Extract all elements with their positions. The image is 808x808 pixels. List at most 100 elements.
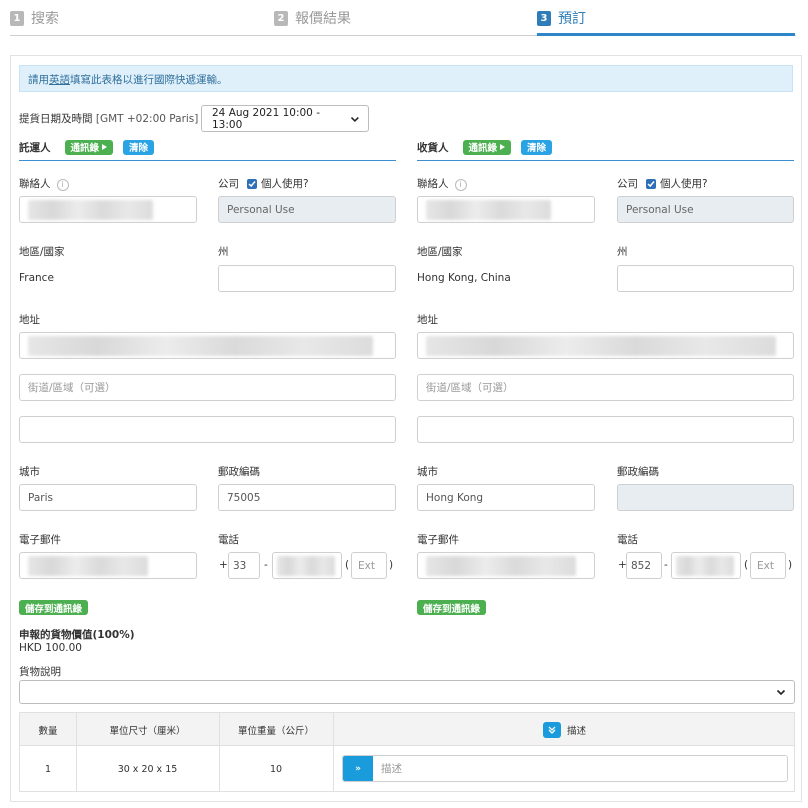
chevron-down-icon (548, 726, 556, 734)
check-icon (248, 180, 256, 187)
expand-toggle-button[interactable] (542, 721, 561, 738)
header-description: 描述 (333, 713, 796, 746)
step-search[interactable]: 1 搜索 (10, 8, 59, 28)
declared-value: HKD 100.00 (19, 642, 82, 654)
consignee-city-input[interactable]: Hong Kong (417, 484, 595, 511)
consignee-email-input[interactable] (417, 552, 595, 579)
active-step-indicator (537, 33, 795, 36)
notice-text: 請用 (28, 74, 49, 86)
step-label: 報價結果 (295, 11, 351, 27)
consignee-save-contact-button[interactable]: 儲存到通訊錄 (417, 600, 487, 615)
shipper-company-input[interactable]: Personal Use (218, 196, 396, 223)
shipper-city-input[interactable]: Paris (19, 484, 197, 511)
check-icon (647, 180, 655, 187)
consignee-title: 收貨人 (417, 141, 449, 154)
consignee-ext-input[interactable]: Ext (750, 552, 786, 579)
consignee-street-input[interactable]: 街道/區域（可選） (417, 374, 794, 401)
shipper-address-line3-input[interactable] (19, 416, 396, 443)
phone-dash: - (664, 559, 668, 571)
shipper-region-label: 地區/國家 (19, 246, 65, 258)
shipper-address-input[interactable] (19, 332, 396, 359)
step-number: 3 (537, 10, 551, 26)
consignee-postal-input[interactable] (617, 484, 794, 511)
step-booking[interactable]: 3 預訂 (537, 8, 586, 28)
pickup-datetime-select[interactable]: 24 Aug 2021 10:00 - 13:00 (201, 105, 369, 132)
consignee-region-label: 地區/國家 (417, 246, 463, 258)
header-dimensions: 單位尺寸（厘米） (109, 725, 186, 737)
consignee-email-label: 電子郵件 (417, 534, 459, 546)
ext-close-paren: ) (389, 559, 394, 571)
personal-use-label: 個人使用? (261, 178, 309, 190)
step-number: 2 (274, 10, 288, 26)
shipper-email-label: 電子郵件 (19, 534, 61, 546)
english-notice: 請用英語填寫此表格以進行國際快遞運輸。 (19, 65, 793, 92)
phone-dash: - (264, 559, 268, 571)
pickup-datetime-value: 24 Aug 2021 10:00 - 13:00 (212, 106, 320, 131)
shipper-phone-number-input[interactable] (272, 552, 342, 579)
shipper-city-label: 城市 (19, 466, 40, 478)
section-divider (417, 160, 794, 161)
consignee-state-input[interactable] (617, 265, 794, 292)
header-quantity: 數量 (38, 725, 58, 737)
english-link[interactable]: 英語 (49, 74, 70, 86)
shipper-state-label: 州 (218, 246, 229, 258)
shipper-email-input[interactable] (19, 552, 197, 579)
consignee-phone-number-input[interactable] (671, 552, 741, 579)
step-quote-results[interactable]: 2 報價結果 (274, 8, 351, 28)
consignee-address-label: 地址 (417, 314, 438, 326)
shipper-title: 託運人 (19, 141, 51, 154)
shipper-contact-label: 聯絡人 i (19, 176, 69, 191)
shipper-save-contact-button[interactable]: 儲存到通訊錄 (19, 600, 89, 615)
shipper-address-book-button[interactable]: 通訊錄 (64, 139, 114, 155)
goods-description-label: 貨物說明 (19, 666, 61, 678)
ext-close-paren: ) (788, 559, 793, 571)
consignee-company-input[interactable]: Personal Use (617, 196, 794, 223)
shipper-company-label: 公司 個人使用? (218, 178, 309, 190)
consignee-contact-input[interactable] (417, 196, 595, 223)
ext-open-paren: ( (744, 559, 749, 571)
pickup-label: 提貨日期及時間 [GMT +02:00 Paris] (19, 113, 199, 125)
shipper-clear-button[interactable]: 清除 (123, 139, 155, 155)
shipper-street-input[interactable]: 街道/區域（可選） (19, 374, 396, 401)
shipper-postal-input[interactable]: 75005 (218, 484, 396, 511)
shipper-phone-code-input[interactable]: 33 (228, 552, 260, 579)
chevron-down-icon (776, 689, 786, 696)
consignee-address-book-button[interactable]: 通訊錄 (462, 139, 512, 155)
consignee-personal-use-checkbox[interactable] (646, 178, 656, 189)
shipper-state-input[interactable] (218, 265, 396, 292)
shipper-personal-use-checkbox[interactable] (247, 178, 257, 189)
consignee-region-value: Hong Kong, China (417, 272, 511, 284)
shipper-postal-label: 郵政編碼 (218, 466, 260, 478)
chevron-down-icon (351, 116, 360, 122)
consignee-city-label: 城市 (417, 466, 438, 478)
shipper-section: 託運人 通訊錄 清除 (19, 138, 396, 161)
caret-right-icon (500, 144, 506, 150)
step-number: 1 (10, 10, 24, 26)
consignee-postal-label: 郵政編碼 (617, 466, 659, 478)
consignee-clear-button[interactable]: 清除 (521, 139, 553, 155)
notice-text-suffix: 填寫此表格以進行國際快遞運輸。 (70, 74, 228, 86)
shipper-contact-input[interactable] (19, 196, 197, 223)
step-label: 搜索 (31, 11, 59, 27)
personal-use-label: 個人使用? (660, 178, 708, 190)
consignee-state-label: 州 (617, 246, 628, 258)
shipper-ext-input[interactable]: Ext (351, 552, 387, 579)
row-quantity: 1 (44, 763, 52, 775)
consignee-address-input[interactable] (417, 332, 794, 359)
info-icon: i (56, 179, 69, 191)
header-weight: 單位重量（公斤） (237, 725, 314, 737)
declared-value-label: 申報的貨物價值(100%) (19, 629, 135, 641)
consignee-phone-code-input[interactable]: 852 (626, 552, 662, 579)
goods-description-select[interactable] (19, 680, 795, 704)
row-dimensions: 30 x 20 x 15 (117, 763, 178, 775)
consignee-address-line3-input[interactable] (417, 416, 794, 443)
shipper-address-label: 地址 (19, 314, 40, 326)
row-description-input[interactable]: » 描述 (342, 755, 788, 782)
section-divider (19, 160, 396, 161)
consignee-contact-label: 聯絡人 i (417, 176, 467, 191)
step-label: 預訂 (558, 11, 586, 27)
ext-open-paren: ( (345, 559, 350, 571)
double-chevron-right-icon[interactable]: » (343, 756, 373, 781)
header-description-label: 描述 (566, 725, 586, 737)
shipper-region-value: France (19, 272, 54, 284)
